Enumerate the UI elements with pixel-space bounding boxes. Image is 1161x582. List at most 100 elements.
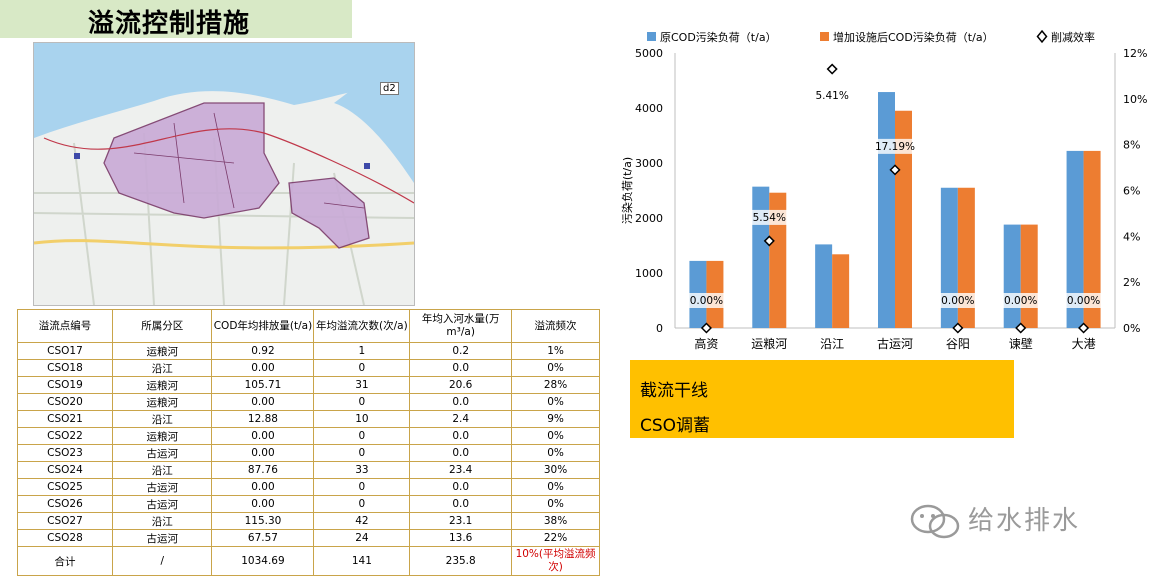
table-row: CSO26 古运河 0.00 0 0.0 0% <box>17 495 600 513</box>
table-cell: 20.6 <box>409 376 513 394</box>
y2-tick-label: 6% <box>1123 185 1140 198</box>
x-tick-label: 运粮河 <box>751 336 787 351</box>
table-body: CSO17 运粮河 0.92 1 0.2 1% CSO18 沿江 0.00 0 0.0 0% CSO19… <box>17 342 600 576</box>
bar-original <box>1003 224 1021 328</box>
table-row: CSO22 运粮河 0.00 0 0.0 0% <box>17 427 600 445</box>
table-cell: 0% <box>511 444 600 462</box>
table-cell: 0% <box>511 359 600 377</box>
data-label: 5.54% <box>753 212 786 224</box>
column-header: 所属分区 <box>111 309 213 343</box>
table-cell: 67.57 <box>211 529 315 547</box>
table-cell: 13.6 <box>409 529 513 547</box>
table-row: CSO28 古运河 67.57 24 13.6 22% <box>17 529 600 547</box>
y-axis-label: 污染负荷(t/a) <box>620 157 634 224</box>
table-cell: 沿江 <box>111 461 213 479</box>
table-cell: CSO20 <box>17 393 113 411</box>
table-cell: 运粮河 <box>111 427 213 445</box>
page-title: 溢流控制措施 <box>88 9 251 39</box>
map-marker-label: d2 <box>380 82 399 95</box>
table-row: CSO21 沿江 12.88 10 2.4 9% <box>17 410 600 428</box>
table-cell: 0.00 <box>211 427 315 445</box>
legend-label-efficiency: 削减效率 <box>1051 30 1095 44</box>
table-row: CSO17 运粮河 0.92 1 0.2 1% <box>17 342 600 360</box>
table-total-row: 合计/1034.69 141 235.8 10%(平均溢流频次) <box>17 546 600 576</box>
efficiency-point <box>826 63 838 75</box>
table-row: CSO24 沿江 87.76 33 23.4 30% <box>17 461 600 479</box>
table-cell: 沿江 <box>111 512 213 530</box>
table-cell: 1034.69 <box>211 546 315 576</box>
column-header: 溢流点编号 <box>17 309 113 343</box>
table-cell: 0.00 <box>211 359 315 377</box>
table-cell: 10 <box>313 410 411 428</box>
table-cell: 33 <box>313 461 411 479</box>
table-cell: 1 <box>313 342 411 360</box>
title-banner: 溢流控制措施 <box>0 0 352 39</box>
table-cell: 0.00 <box>211 478 315 496</box>
bar-original <box>752 186 770 328</box>
table-cell: CSO24 <box>17 461 113 479</box>
table-cell: CSO17 <box>17 342 113 360</box>
table-cell: 0.00 <box>211 444 315 462</box>
table-cell: CSO19 <box>17 376 113 394</box>
y-tick-label: 2000 <box>635 212 663 225</box>
table-cell: 235.8 <box>409 546 513 576</box>
table-cell: 0 <box>313 495 411 513</box>
table-cell: 2.4 <box>409 410 513 428</box>
table-cell: 30% <box>511 461 600 479</box>
column-header: 年均入河水量(万m³/a) <box>409 309 513 343</box>
marker <box>74 153 80 159</box>
y2-tick-label: 4% <box>1123 230 1140 243</box>
y2-tick-label: 10% <box>1123 93 1147 106</box>
legend-swatch-original <box>647 32 656 41</box>
bar-after <box>1020 224 1038 328</box>
bar-original <box>878 92 895 328</box>
y-tick-label: 1000 <box>635 267 663 280</box>
x-tick-label: 谷阳 <box>946 337 970 351</box>
table-cell: 38% <box>511 512 600 530</box>
table-cell: CSO22 <box>17 427 113 445</box>
cso-table: 溢流点编号 所属分区 COD年均排放量(t/a) 年均溢流次数(次/a) 年均入… <box>17 309 600 576</box>
table-cell: 运粮河 <box>111 393 213 411</box>
table-cell: 0.0 <box>409 444 513 462</box>
table-row: CSO27 沿江 115.30 42 23.1 38% <box>17 512 600 530</box>
wechat-icon <box>910 504 962 544</box>
table-cell: 10%(平均溢流频次) <box>511 546 600 576</box>
data-label: 0.00% <box>1004 295 1037 307</box>
table-cell: 0.2 <box>409 342 513 360</box>
y-tick-label: 5000 <box>635 47 663 60</box>
table-cell: 运粮河 <box>111 342 213 360</box>
bar-original <box>815 244 833 328</box>
table-cell: 古运河 <box>111 495 213 513</box>
table-cell: 0.0 <box>409 495 513 513</box>
table-cell: 古运河 <box>111 478 213 496</box>
table-cell: 0% <box>511 427 600 445</box>
watermark-text: 给水排水 <box>968 506 1081 536</box>
measures-box: 截流干线 CSO调蓄 <box>630 360 1014 438</box>
cod-load-chart: 0 1000 2000 3000 4000 5000 0% 2% 4% 6% 8% 10% 12% 污染负… <box>620 29 1147 351</box>
table-cell: 0.0 <box>409 478 513 496</box>
table-cell: 22% <box>511 529 600 547</box>
table-row: CSO23 古运河 0.00 0 0.0 0% <box>17 444 600 462</box>
legend-label-after: 增加设施后COD污染负荷（t/a） <box>833 30 994 44</box>
table-cell: 0.0 <box>409 359 513 377</box>
data-label: 5.41% <box>815 90 848 102</box>
table-cell: 0 <box>313 427 411 445</box>
table-cell: 9% <box>511 410 600 428</box>
table-cell: 沿江 <box>111 410 213 428</box>
table-cell: 运粮河 <box>111 376 213 394</box>
table-cell: 141 <box>313 546 411 576</box>
table-cell: 105.71 <box>211 376 315 394</box>
district-map <box>33 42 415 306</box>
table-cell: CSO27 <box>17 512 113 530</box>
table-cell: 28% <box>511 376 600 394</box>
table-cell: CSO25 <box>17 478 113 496</box>
table-cell: 115.30 <box>211 512 315 530</box>
y2-tick-label: 2% <box>1123 276 1140 289</box>
table-cell: 42 <box>313 512 411 530</box>
table-cell: 古运河 <box>111 529 213 547</box>
table-cell: CSO28 <box>17 529 113 547</box>
y-tick-label: 3000 <box>635 157 663 170</box>
table-cell: 0.00 <box>211 495 315 513</box>
x-tick-label: 高资 <box>694 336 718 351</box>
column-header: COD年均排放量(t/a) <box>211 309 315 343</box>
